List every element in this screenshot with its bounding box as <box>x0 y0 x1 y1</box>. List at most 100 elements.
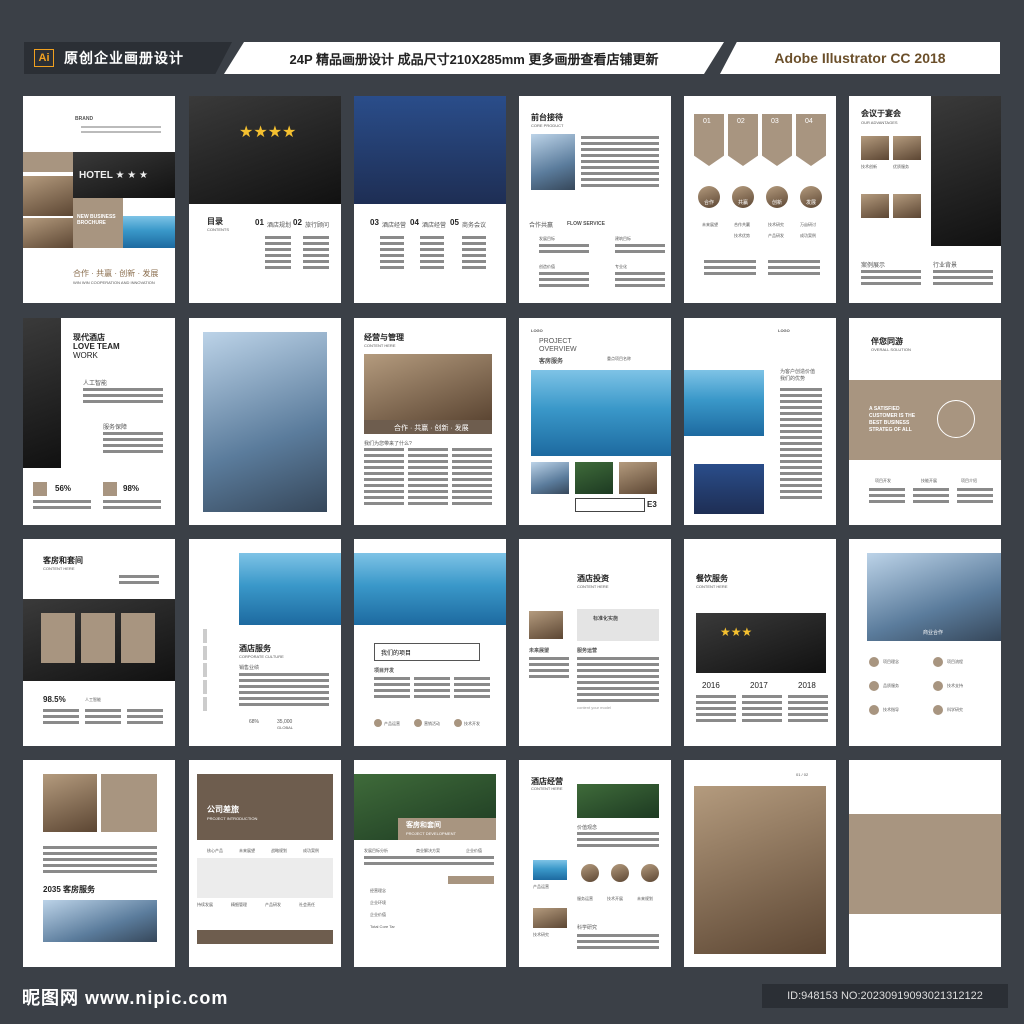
photo <box>533 908 567 928</box>
brochure-page-17[interactable]: 餐饮服务 CONTENT HERE ★★★ 2016 2017 2018 <box>684 539 836 746</box>
photo <box>893 136 921 160</box>
page-title: 经营与管理 <box>364 333 404 342</box>
photo <box>861 136 889 160</box>
feature-label: 服务保障 <box>103 425 128 431</box>
pool-photo <box>123 216 175 248</box>
brochure-page-18[interactable]: 商业合作 项目理念 项目流程 品质服务 技术支持 技术指导 科学研究 <box>849 539 1001 746</box>
tablet-stars-photo: ★★★ <box>696 613 826 673</box>
brochure-page-20[interactable]: 公司差旅 PROJECT INTRODUCTION 核心产品 未来展望 战略规划… <box>189 760 341 967</box>
hotel-sign-photo: HOTEL ★ ★ ★ <box>73 152 175 198</box>
image-id: ID:948153 NO:20230919093021312122 <box>762 984 1008 1008</box>
page-number: 01 / 02 <box>796 772 809 777</box>
brochure-page-7[interactable]: 现代酒店 LOVE TEAM WORK 人工智能 服务保障 56% 98% <box>23 318 175 525</box>
page-subtitle: OUR ADVANTAGES <box>861 120 898 125</box>
section-label: 酒店经营 <box>382 223 407 229</box>
bedroom-photo <box>43 774 97 832</box>
brochure-page-19[interactable]: 2035 客房服务 <box>23 760 175 967</box>
label: 项目理念 <box>883 659 899 664</box>
brochure-page-1[interactable]: BRAND HOTEL ★ ★ ★ NEW BUSINESS BROCHURE … <box>23 96 175 303</box>
brochure-page-23[interactable]: 01 / 02 <box>684 760 836 967</box>
slogan: 合作 · 共赢 · 创新 · 发展 <box>73 269 159 278</box>
header-left-title: 原创企业画册设计 <box>64 50 184 66</box>
brochure-page-24[interactable] <box>849 760 1001 967</box>
row-label: 企业价值 <box>370 912 386 917</box>
brochure-page-2[interactable]: ★★★★ 目录 CONTENTS 01 酒店规划 02 旅行顾问 <box>189 96 341 303</box>
quote-block: A SATISFIED CUSTOMER IS THE BEST BUSINES… <box>849 380 1001 460</box>
brochure-page-15[interactable]: 我们的项目 项目开发 产品运营 营销活动 技术开发 <box>354 539 506 746</box>
column-label: 发展目标分析 <box>364 848 388 853</box>
circle-photo: 合作 <box>698 186 720 208</box>
icon-circle <box>869 705 879 715</box>
label: 项目介绍 <box>961 478 977 483</box>
tower-photo <box>531 134 575 190</box>
label: 未来规划 <box>637 896 653 901</box>
label: 优质服务 <box>893 164 909 169</box>
brochure-page-4[interactable]: 前台接待 CORE PRODUCT 合作共赢 FLOW SERVICE 发展目标… <box>519 96 671 303</box>
column-label: 成功案例 <box>303 848 319 853</box>
page-subtitle: CORPORATE CULTURE <box>239 654 284 659</box>
code-label: E3 <box>647 500 657 509</box>
brochure-page-3[interactable]: 03 酒店经营 04 酒店经营 05 商务会议 <box>354 96 506 303</box>
brochure-page-13[interactable]: 客房和套间 CONTENT HERE 98.5% 人工智能 <box>23 539 175 746</box>
label: 为客户创造价值 <box>780 369 816 375</box>
brochure-page-5[interactable]: 01 02 03 04 合作 共赢 创新 发展 未来展望 合作共赢 技术研究 万… <box>684 96 836 303</box>
page-title: 酒店服务 <box>239 644 271 653</box>
brochure-title-block: NEW BUSINESS BROCHURE <box>73 198 123 248</box>
header-banner: Ai 原创企业画册设计 24P 精品画册设计 成品尺寸210X285mm 更多画… <box>24 42 1000 74</box>
brochure-page-9[interactable]: 经营与管理 CONTENT HERE 合作 · 共赢 · 创新 · 发展 我们为… <box>354 318 506 525</box>
percent-icon <box>33 482 47 496</box>
icon-circle <box>933 705 943 715</box>
brochure-page-16[interactable]: 酒店投资 CONTENT HERE 标准化实施 未来展望 服务运营 conten… <box>519 539 671 746</box>
label: 我们的优势 <box>780 376 806 382</box>
page-title: 酒店投资 <box>577 574 609 583</box>
project-box: 我们的项目 <box>374 643 480 661</box>
header-center-title: 24P 精品画册设计 成品尺寸210X285mm 更多画册查看店铺更新 <box>289 51 659 67</box>
brochure-page-10[interactable]: LOGO PROJECT OVERVIEW 客房服务 重点项目名称 E3 <box>519 318 671 525</box>
section-number: 03 <box>370 218 379 227</box>
brochure-page-21[interactable]: 客房和套间 PROJECT DEVELOPMENT 发展目标分析 商业解决方案 … <box>354 760 506 967</box>
glass-building-photo <box>203 332 327 512</box>
header-left: Ai 原创企业画册设计 <box>24 42 232 74</box>
brochure-page-8[interactable] <box>189 318 341 525</box>
page-subtitle: WORK <box>73 351 98 360</box>
architecture-photo <box>43 900 157 942</box>
label: 项目流程 <box>947 659 963 664</box>
brochure-page-6[interactable]: 会议于宴会 OUR ADVANTAGES 技术创新 优质服务 案例展示 行业背景 <box>849 96 1001 303</box>
burj-al-arab-photo <box>239 553 341 625</box>
nipic-watermark: 昵图网 www.nipic.com <box>22 988 229 1008</box>
section-label: 旅行顾问 <box>305 223 330 229</box>
corridor-photo <box>529 611 563 639</box>
icon-circle <box>869 657 879 667</box>
network-block <box>101 774 157 832</box>
label: 未来展望 <box>529 648 550 654</box>
slogan-en: WIN WIN COOPERATION AND INNOVATION <box>73 280 155 285</box>
label: 技术开发 <box>464 721 480 726</box>
standard-box: 标准化实施 <box>577 609 659 641</box>
section-number: 05 <box>450 218 459 227</box>
brochure-page-14[interactable]: 酒店服务 CORPORATE CULTURE 销售业绩 68% 35,000 G… <box>189 539 341 746</box>
circle-photo: 发展 <box>800 186 822 208</box>
feature-label: 人工智能 <box>83 381 108 387</box>
photo <box>893 194 921 218</box>
brochure-page-12[interactable]: 伴您同游 OVERALL SOLUTION A SATISFIED CUSTOM… <box>849 318 1001 525</box>
step-card: 03 <box>762 114 792 166</box>
label: 品质服务 <box>883 683 899 688</box>
row-label: 持续发展 <box>197 902 213 907</box>
page-title: 前台接待 <box>531 113 563 122</box>
brochure-page-22[interactable]: 酒店经营 CONTENT HERE 价值观念 产品运营 服务运营 技术开展 未来… <box>519 760 671 967</box>
contents-sub: CONTENTS <box>207 227 229 232</box>
bullet-icon <box>374 719 382 727</box>
section-number: 02 <box>293 218 302 227</box>
year-label: 2018 <box>798 681 816 690</box>
column-label: 企业价值 <box>466 848 482 853</box>
goal-label: 建筑目标 <box>615 236 631 241</box>
page-title: 会议于宴会 <box>861 109 901 118</box>
info-card <box>41 613 75 663</box>
label: 未来展望 <box>702 222 718 227</box>
pool-photo <box>533 860 567 880</box>
slogan-bar: 合作 · 共赢 · 创新 · 发展 <box>364 420 492 434</box>
label: 技能开展 <box>921 478 937 483</box>
step-card: 01 <box>694 114 724 166</box>
footer-bar <box>197 930 333 944</box>
brochure-page-11[interactable]: LOGO 为客户创造价值 我们的优势 <box>684 318 836 525</box>
